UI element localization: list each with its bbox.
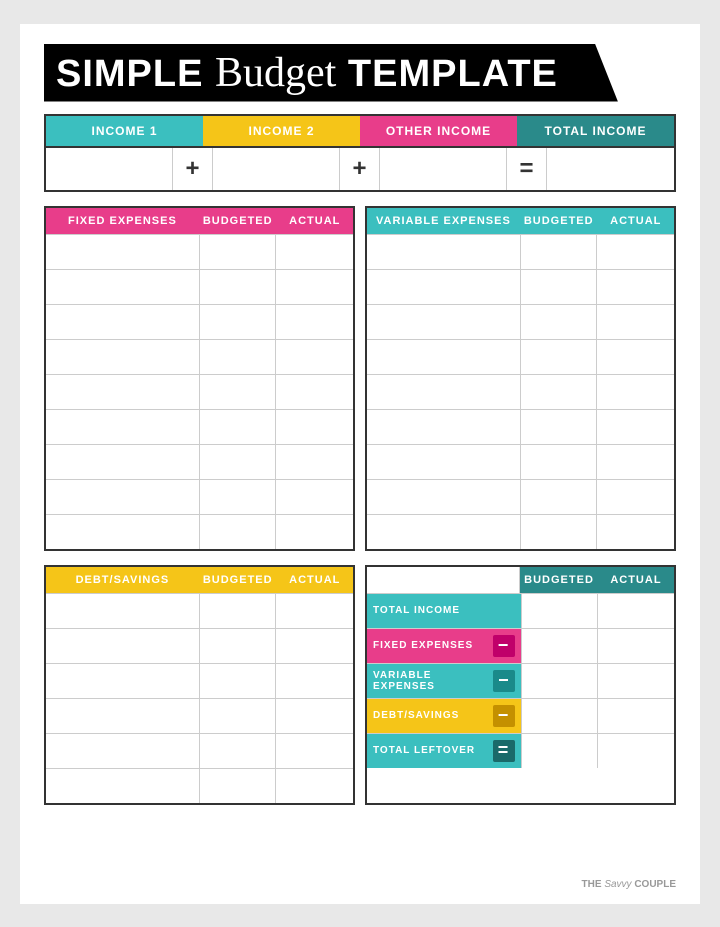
variable-col3-header: ACTUAL (598, 208, 674, 234)
fixed-row-8 (46, 479, 353, 514)
summary-fixed-budgeted[interactable] (521, 629, 598, 663)
title-template: TEMPLATE (348, 53, 558, 95)
summary-variable-row: VARIABLE EXPENSES − (367, 663, 674, 698)
summary-debt-actual[interactable] (597, 699, 674, 733)
other-income-input[interactable] (380, 148, 507, 190)
debt-row-3 (46, 663, 353, 698)
summary-actual-header: ACTUAL (598, 567, 674, 593)
var-row-4 (367, 339, 674, 374)
watermark: THE Savvy COUPLE (582, 879, 676, 890)
variable-expenses-table: VARIABLE EXPENSES BUDGETED ACTUAL (365, 206, 676, 551)
variable-expenses-header: VARIABLE EXPENSES BUDGETED ACTUAL (367, 208, 674, 234)
var-row-1 (367, 234, 674, 269)
debt-col1-header: DEBT/SAVINGS (46, 567, 199, 593)
watermark-brand: Savvy (604, 879, 631, 890)
income-row: + + = (44, 148, 676, 192)
title-bar: SIMPLE Budget TEMPLATE (44, 44, 618, 102)
bottom-section: DEBT/SAVINGS BUDGETED ACTUAL BUDGETED AC… (44, 565, 676, 805)
fixed-row-5 (46, 374, 353, 409)
debt-col2-header: BUDGETED (199, 567, 277, 593)
summary-debt-row: DEBT/SAVINGS − (367, 698, 674, 733)
total-income-input[interactable] (547, 148, 674, 190)
variable-col1-header: VARIABLE EXPENSES (367, 208, 520, 234)
watermark-prefix: THE (582, 879, 602, 890)
income-equals: = (507, 148, 547, 190)
fixed-expenses-header: FIXED EXPENSES BUDGETED ACTUAL (46, 208, 353, 234)
fixed-row-2 (46, 269, 353, 304)
fixed-col2-header: BUDGETED (199, 208, 277, 234)
fixed-row-4 (46, 339, 353, 374)
fixed-row-7 (46, 444, 353, 479)
income2-plus: + (340, 148, 380, 190)
debt-row-4 (46, 698, 353, 733)
debt-col3-header: ACTUAL (277, 567, 353, 593)
summary-table: BUDGETED ACTUAL TOTAL INCOME FIXED EXPEN… (365, 565, 676, 805)
fixed-col1-header: FIXED EXPENSES (46, 208, 199, 234)
summary-spacer (367, 567, 519, 593)
debt-minus-icon: − (493, 705, 515, 727)
total-income-header: TOTAL INCOME (517, 116, 674, 146)
summary-fixed-label: FIXED EXPENSES − (367, 629, 521, 663)
summary-budgeted-header: BUDGETED (519, 567, 598, 593)
income1-header: INCOME 1 (46, 116, 203, 146)
summary-total-income-label: TOTAL INCOME (367, 594, 521, 628)
income1-plus: + (173, 148, 213, 190)
summary-total-income-actual[interactable] (597, 594, 674, 628)
variable-minus-icon: − (493, 670, 514, 692)
debt-row-6 (46, 768, 353, 803)
fixed-row-6 (46, 409, 353, 444)
summary-leftover-label: TOTAL LEFTOVER = (367, 734, 521, 768)
debt-row-5 (46, 733, 353, 768)
fixed-row-3 (46, 304, 353, 339)
income2-header: INCOME 2 (203, 116, 360, 146)
var-row-7 (367, 444, 674, 479)
summary-total-income-row: TOTAL INCOME (367, 593, 674, 628)
var-row-2 (367, 269, 674, 304)
summary-header: BUDGETED ACTUAL (367, 567, 674, 593)
fixed-expenses-table: FIXED EXPENSES BUDGETED ACTUAL (44, 206, 355, 551)
other-income-header: OTHER INCOME (360, 116, 517, 146)
fixed-col3-header: ACTUAL (277, 208, 353, 234)
title-budget: Budget (215, 50, 336, 96)
income1-input[interactable] (46, 148, 173, 190)
summary-fixed-row: FIXED EXPENSES − (367, 628, 674, 663)
leftover-equals-icon: = (493, 740, 515, 762)
income2-input[interactable] (213, 148, 340, 190)
debt-savings-table: DEBT/SAVINGS BUDGETED ACTUAL (44, 565, 355, 805)
title-simple: SIMPLE (56, 53, 203, 95)
budget-page: SIMPLE Budget TEMPLATE INCOME 1 INCOME 2… (20, 24, 700, 904)
variable-col2-header: BUDGETED (520, 208, 598, 234)
summary-variable-actual[interactable] (597, 664, 674, 698)
summary-debt-budgeted[interactable] (521, 699, 598, 733)
summary-total-income-budgeted[interactable] (521, 594, 598, 628)
debt-row-1 (46, 593, 353, 628)
var-row-8 (367, 479, 674, 514)
summary-leftover-row: TOTAL LEFTOVER = (367, 733, 674, 768)
fixed-row-1 (46, 234, 353, 269)
debt-row-2 (46, 628, 353, 663)
var-row-6 (367, 409, 674, 444)
fixed-minus-icon: − (493, 635, 515, 657)
summary-leftover-actual[interactable] (597, 734, 674, 768)
income-header: INCOME 1 INCOME 2 OTHER INCOME TOTAL INC… (44, 114, 676, 148)
summary-variable-label: VARIABLE EXPENSES − (367, 664, 521, 698)
middle-section: FIXED EXPENSES BUDGETED ACTUAL VARIABLE … (44, 206, 676, 551)
summary-leftover-budgeted[interactable] (521, 734, 598, 768)
watermark-suffix: COUPLE (634, 879, 676, 890)
main-title: SIMPLE Budget TEMPLATE (56, 52, 558, 94)
debt-header: DEBT/SAVINGS BUDGETED ACTUAL (46, 567, 353, 593)
summary-fixed-actual[interactable] (597, 629, 674, 663)
summary-variable-budgeted[interactable] (521, 664, 598, 698)
var-row-9 (367, 514, 674, 549)
var-row-5 (367, 374, 674, 409)
summary-debt-label: DEBT/SAVINGS − (367, 699, 521, 733)
fixed-row-9 (46, 514, 353, 549)
var-row-3 (367, 304, 674, 339)
